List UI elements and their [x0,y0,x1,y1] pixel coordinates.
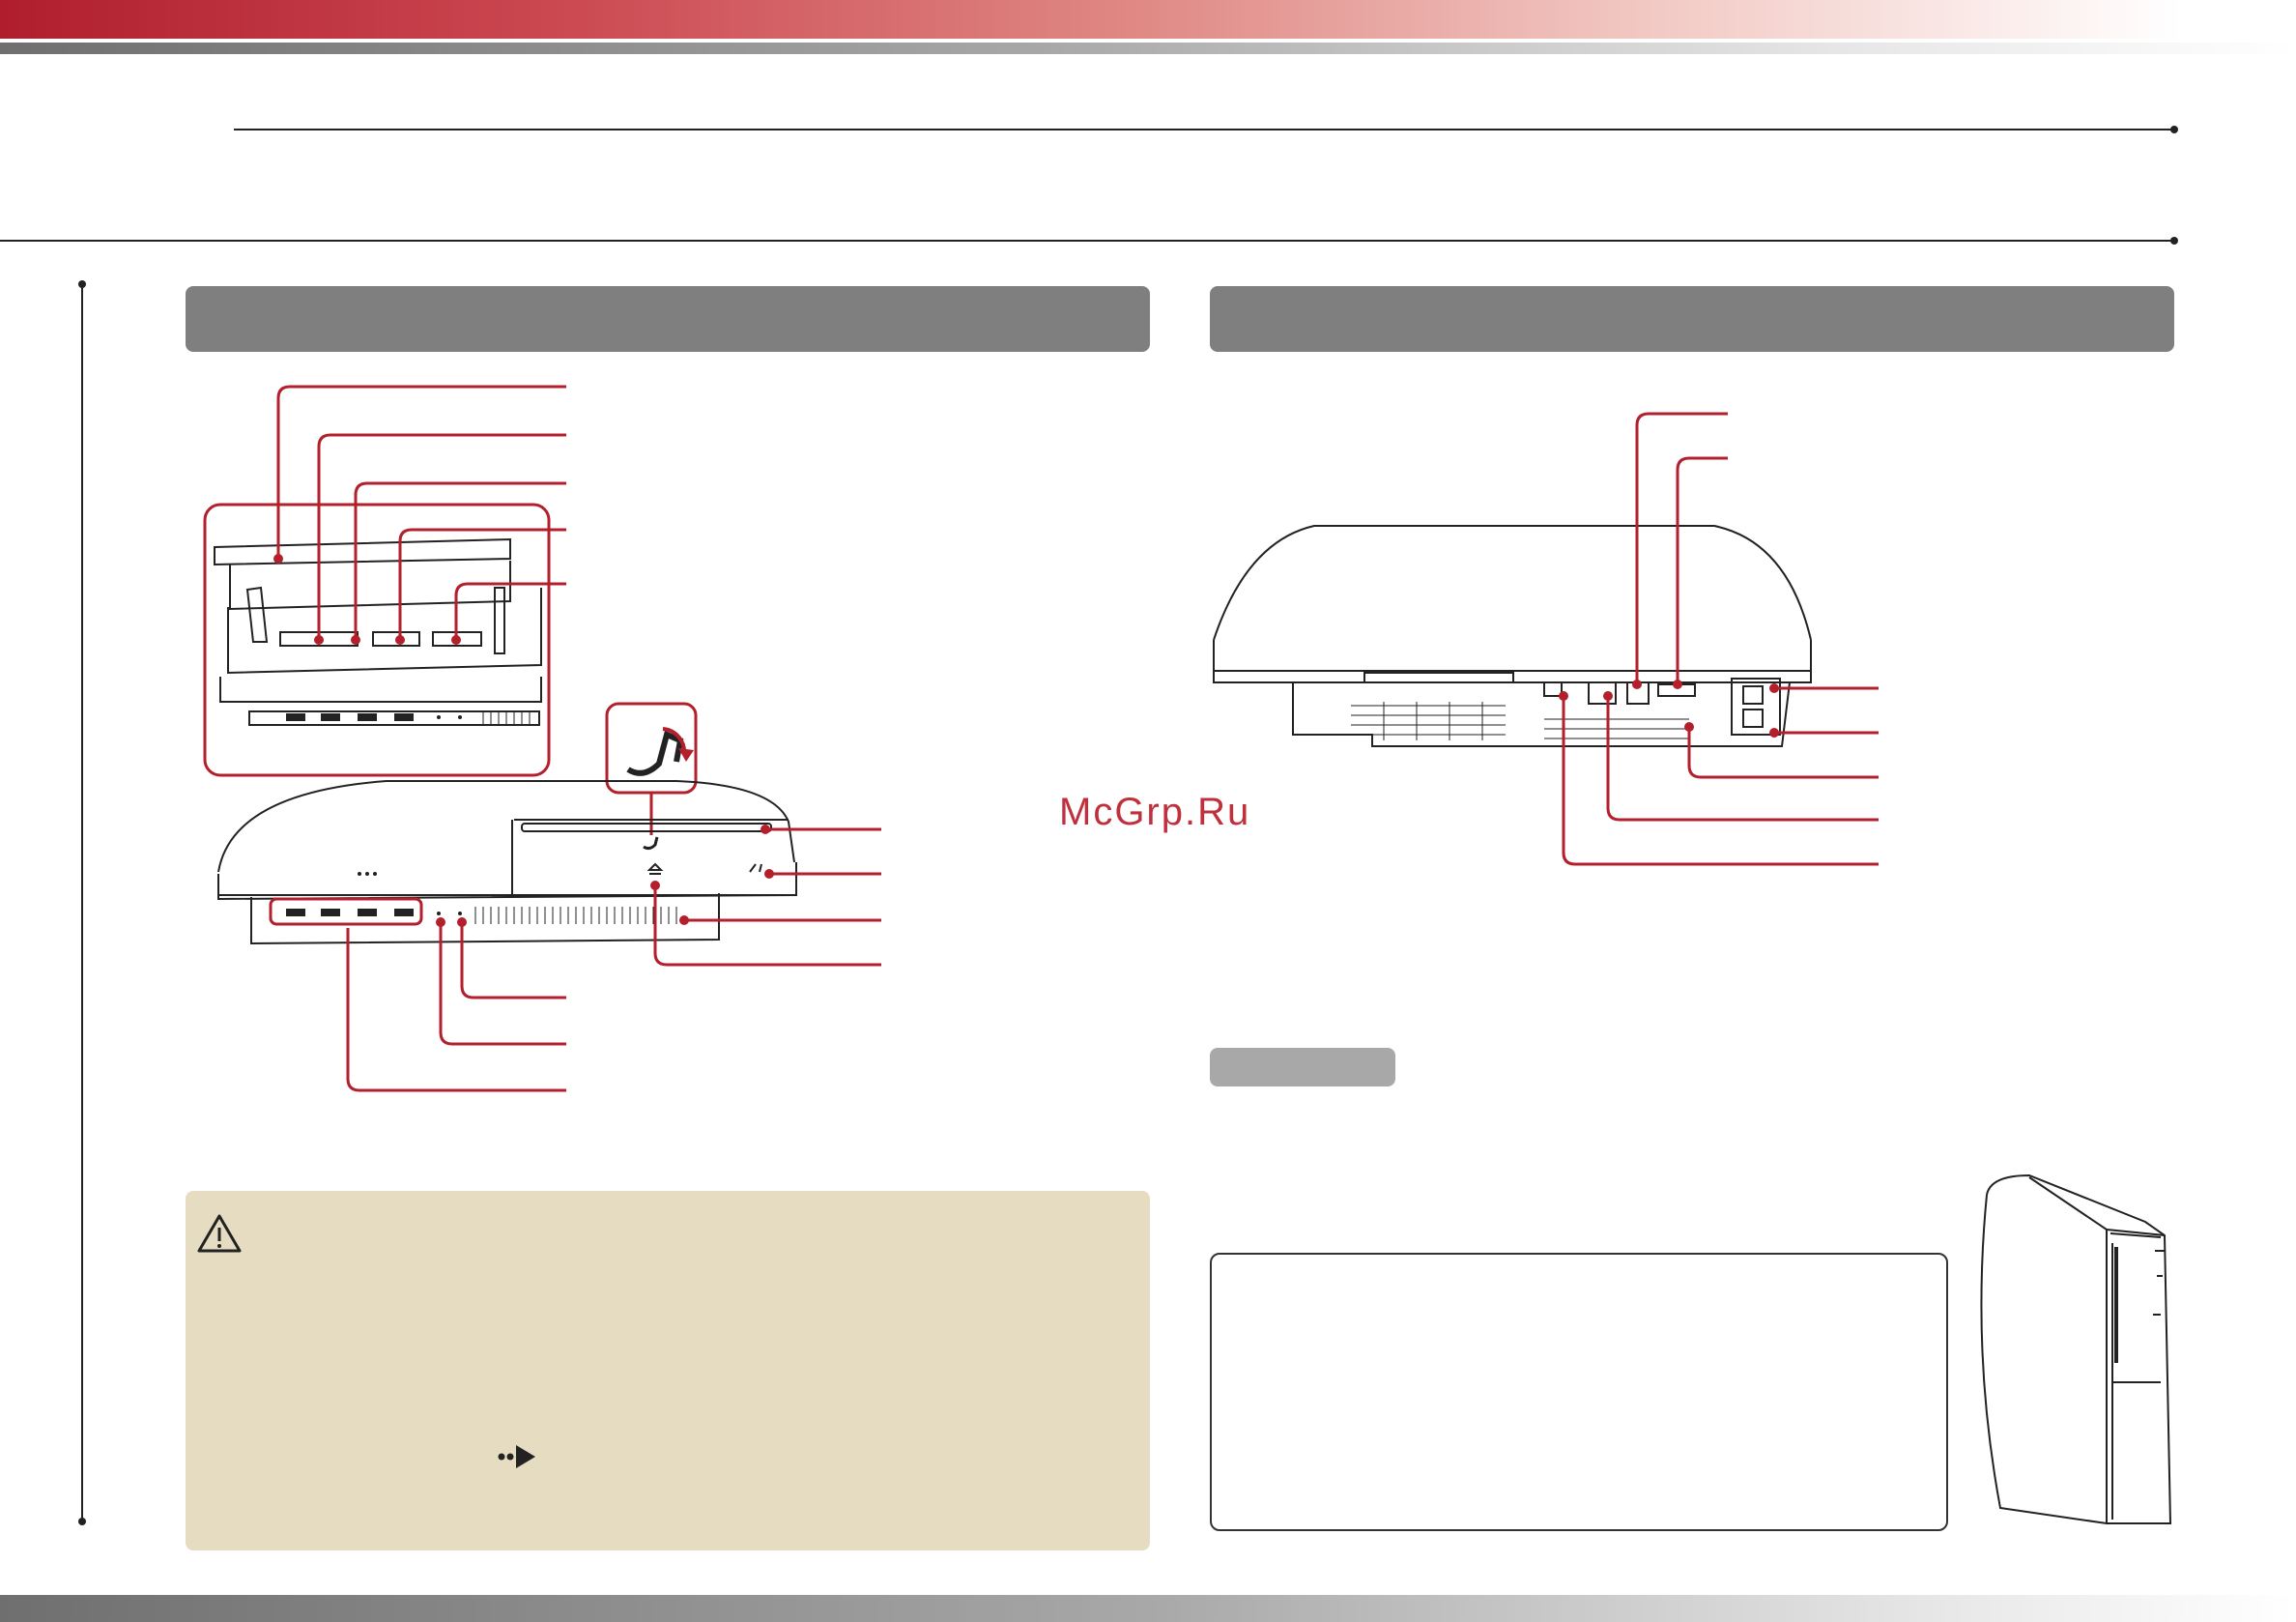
note-chip [1210,1048,1395,1086]
warning-triangle-icon [197,1214,242,1253]
double-dot-arrow-icon [498,1445,535,1468]
info-box [1210,1253,1948,1531]
footer-gray-band [0,1595,2296,1622]
caution-box [186,1191,1150,1550]
rear-callout-lines [1562,412,1879,866]
console-rear-body [1213,525,1812,747]
console-vertical-illustration [1980,1173,2172,1525]
